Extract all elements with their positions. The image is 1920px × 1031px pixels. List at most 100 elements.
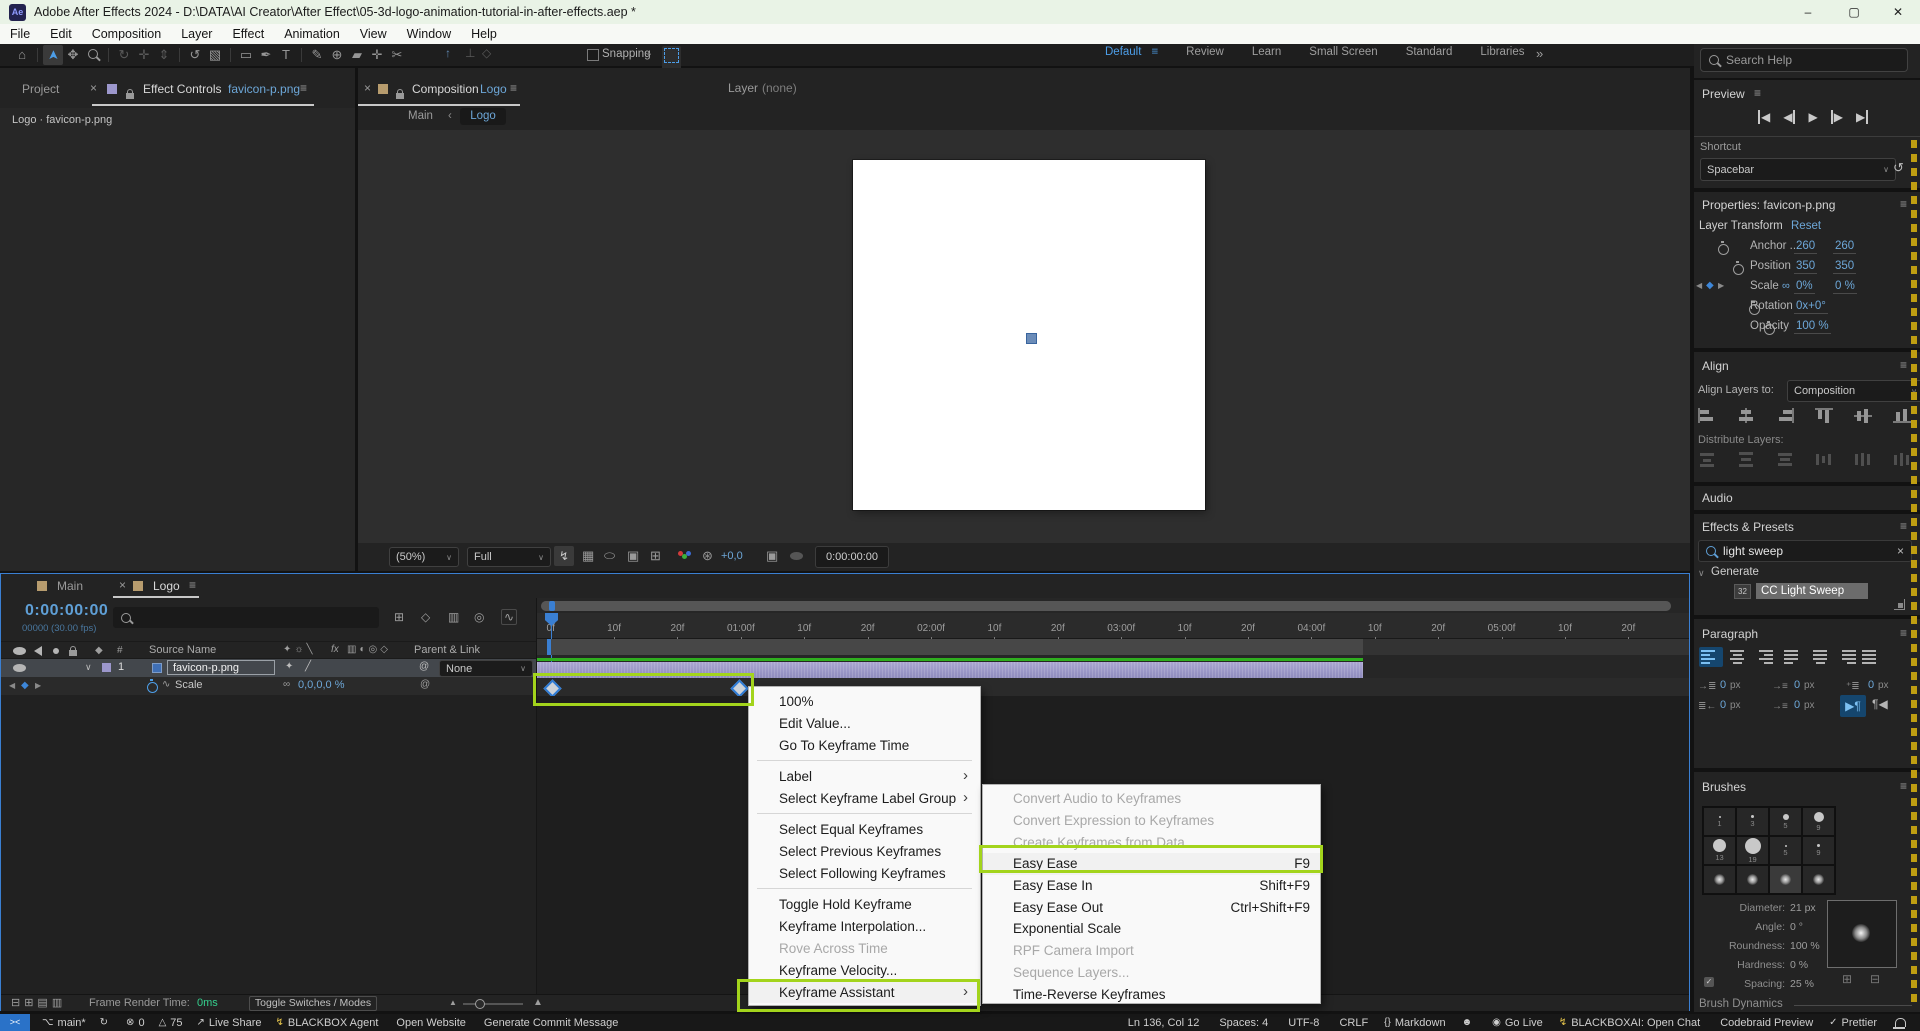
menu-item[interactable]: Go To Keyframe Time bbox=[749, 734, 980, 756]
status-item[interactable]: ☻ bbox=[1462, 1017, 1477, 1028]
mask-visibility-icon[interactable]: ⬭ bbox=[604, 548, 615, 564]
gizmo-universal-icon[interactable]: ◇ bbox=[482, 46, 491, 60]
tab-project[interactable]: Project bbox=[22, 82, 59, 96]
viewer-timecode[interactable]: 0:00:00:00 bbox=[815, 546, 889, 568]
mask-pathfinder-icon[interactable] bbox=[662, 46, 681, 70]
exposure-icon[interactable]: ⊛ bbox=[702, 548, 713, 564]
selection-tool-icon[interactable]: ➤ bbox=[43, 45, 63, 65]
text-direction-rtl-button[interactable]: ¶◀ bbox=[1872, 697, 1888, 711]
fast-previews-icon[interactable]: ↯ bbox=[554, 546, 574, 566]
status-item[interactable]: ↗Live Share bbox=[197, 1017, 262, 1029]
layer-quality-switch-icon[interactable]: ╱ bbox=[305, 661, 311, 672]
timeline-zoom-slider[interactable] bbox=[463, 1003, 523, 1005]
brush-preset[interactable]: 13 bbox=[1703, 836, 1736, 865]
submenu-item[interactable]: Sequence Layers... bbox=[983, 962, 1320, 984]
type-tool-icon[interactable]: T bbox=[276, 45, 296, 65]
panel-menu-icon[interactable]: ≡ bbox=[510, 81, 517, 95]
status-item[interactable]: ↯BLACKBOXAI: Open Chat bbox=[1559, 1017, 1700, 1029]
clone-stamp-tool-icon[interactable]: ⊕ bbox=[327, 45, 347, 65]
previous-keyframe-icon[interactable]: ◀ bbox=[9, 681, 15, 690]
tab-layer[interactable]: Layer bbox=[728, 81, 758, 95]
panel-menu-icon[interactable]: ≡ bbox=[300, 81, 307, 95]
menu-item[interactable]: Layer bbox=[171, 27, 222, 41]
panel-resize-icon[interactable] bbox=[1894, 599, 1905, 610]
submenu-item[interactable]: Exponential Scale bbox=[983, 918, 1320, 940]
keyframe-toggle-icon[interactable]: ◆ bbox=[21, 680, 29, 691]
align-bottom-icon[interactable] bbox=[1893, 408, 1911, 423]
property-name[interactable]: Scale bbox=[175, 679, 203, 691]
rotation-value[interactable]: 0x+0° bbox=[1794, 300, 1828, 314]
align-to-dropdown[interactable]: Composition∨ bbox=[1787, 380, 1920, 402]
align-text-right-button[interactable] bbox=[1751, 647, 1775, 667]
scale-x-value[interactable]: 0% bbox=[1794, 280, 1815, 294]
status-item[interactable]: Generate Commit Message bbox=[480, 1017, 619, 1029]
menu-item[interactable]: Select Following Keyframes bbox=[749, 862, 980, 884]
workspace-tab[interactable]: Default bbox=[1105, 46, 1158, 58]
snapshot-camera-icon[interactable]: ▣ bbox=[766, 548, 778, 564]
align-right-icon[interactable] bbox=[1776, 408, 1794, 423]
brush-preset-selected[interactable] bbox=[1769, 865, 1802, 894]
distribute-left-icon[interactable] bbox=[1815, 452, 1833, 467]
brush-preset[interactable] bbox=[1736, 865, 1769, 894]
anchor-stopwatch-icon[interactable] bbox=[1718, 244, 1729, 255]
timeline-footer-icons[interactable]: ⊟⊞▤▥ bbox=[11, 996, 66, 1009]
justify-all-button[interactable] bbox=[1860, 647, 1884, 667]
brush-preset[interactable] bbox=[1703, 865, 1736, 894]
justify-last-center-button[interactable] bbox=[1808, 647, 1832, 667]
menu-item[interactable]: Keyframe Velocity... bbox=[749, 959, 980, 981]
minimize-button[interactable]: – bbox=[1786, 0, 1830, 24]
menu-item[interactable]: Edit Value... bbox=[749, 712, 980, 734]
position-stopwatch-icon[interactable] bbox=[1733, 264, 1744, 275]
properties-menu-icon[interactable]: ≡ bbox=[1900, 197, 1907, 211]
parent-dropdown[interactable]: None∨ bbox=[439, 660, 533, 677]
spacing-checkbox[interactable]: ✓ bbox=[1704, 977, 1714, 987]
pan-camera-tool-icon[interactable]: ✛ bbox=[134, 45, 154, 65]
menu-item[interactable]: Select Equal Keyframes bbox=[749, 818, 980, 840]
notifications-bell-icon[interactable] bbox=[1895, 1018, 1906, 1027]
menu-item[interactable]: Toggle Hold Keyframe bbox=[749, 893, 980, 915]
menu-item[interactable]: File bbox=[0, 27, 40, 41]
brush-preset[interactable]: 5 bbox=[1769, 807, 1802, 836]
menu-item[interactable]: Label bbox=[749, 765, 980, 787]
zoom-tool-icon[interactable] bbox=[83, 45, 103, 65]
motion-blur-icon[interactable]: ◎ bbox=[474, 610, 484, 624]
next-keyframe-icon[interactable]: ▶ bbox=[35, 681, 41, 690]
status-item[interactable]: ⊗0 bbox=[126, 1017, 145, 1029]
maximize-button[interactable]: ▢ bbox=[1832, 0, 1876, 24]
align-text-left-button[interactable] bbox=[1699, 647, 1723, 667]
new-brush-icon[interactable]: ⊞ bbox=[1842, 972, 1852, 986]
workspace-overflow-icon[interactable]: » bbox=[1536, 46, 1543, 61]
toggle-switches-modes-button[interactable]: Toggle Switches / Modes bbox=[249, 996, 377, 1011]
close-project-tab-icon[interactable]: × bbox=[90, 81, 97, 95]
brushes-menu-icon[interactable]: ≡ bbox=[1900, 779, 1907, 793]
submenu-item[interactable]: Convert Expression to Keyframes bbox=[983, 810, 1320, 832]
menu-item[interactable] bbox=[749, 809, 980, 818]
tab-composition[interactable]: Composition bbox=[412, 82, 479, 96]
menu-item[interactable] bbox=[749, 756, 980, 765]
source-name-column-label[interactable]: Source Name bbox=[149, 644, 216, 656]
current-timecode[interactable]: 0:00:00:00 bbox=[25, 602, 108, 620]
timeline-tab-main[interactable]: Main bbox=[57, 579, 83, 593]
zoom-in-mountain-icon[interactable]: ▲ bbox=[533, 997, 543, 1008]
effects-group-label[interactable]: Generate bbox=[1711, 566, 1759, 578]
orbit-camera-tool-icon[interactable]: ↻ bbox=[114, 45, 134, 65]
gizmo-position-icon[interactable]: ⊥ bbox=[465, 46, 475, 60]
opacity-value[interactable]: 100 % bbox=[1794, 320, 1831, 334]
menu-item[interactable]: Rove Across Time bbox=[749, 937, 980, 959]
close-logo-tab-icon[interactable]: × bbox=[119, 578, 126, 592]
indent-left-value[interactable]: 0 bbox=[1720, 679, 1726, 691]
paragraph-menu-icon[interactable]: ≡ bbox=[1900, 626, 1907, 640]
space-after-value[interactable]: 0 bbox=[1794, 699, 1800, 711]
exposure-value[interactable]: +0,0 bbox=[721, 550, 743, 562]
anchor-x-value[interactable]: 260 bbox=[1794, 240, 1817, 254]
status-item[interactable]: ↯BLACKBOX Agent bbox=[276, 1017, 379, 1029]
indent-right-value[interactable]: 0 bbox=[1720, 699, 1726, 711]
distribute-h-center-icon[interactable] bbox=[1854, 452, 1872, 467]
layer-anchor-switch-icon[interactable]: ✦ bbox=[285, 661, 293, 672]
graph-editor-icon[interactable]: ∿ bbox=[501, 609, 517, 625]
delete-brush-icon[interactable]: ⊟ bbox=[1870, 972, 1880, 986]
brush-preset[interactable]: 19 bbox=[1736, 836, 1769, 865]
status-item[interactable]: ✓Prettier bbox=[1829, 1017, 1877, 1029]
play-icon[interactable]: ▶ bbox=[1808, 110, 1817, 124]
timeline-menu-icon[interactable]: ≡ bbox=[189, 578, 196, 592]
